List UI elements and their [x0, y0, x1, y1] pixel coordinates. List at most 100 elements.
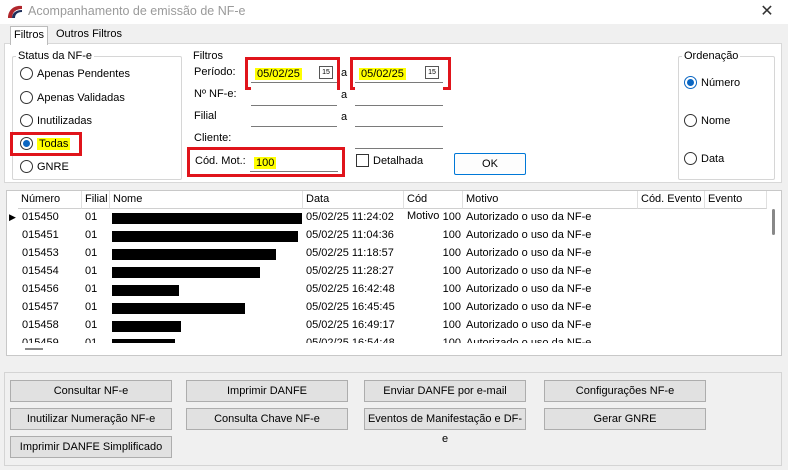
- radio-apenas-validadas[interactable]: Apenas Validadas: [20, 91, 125, 104]
- ok-button[interactable]: OK: [454, 153, 526, 175]
- cod-mot-label: Cód. Mot.:: [195, 155, 246, 167]
- periodo-from-value: 05/02/25: [255, 68, 302, 80]
- radio-gnre[interactable]: GNRE: [20, 160, 69, 173]
- cell-filial: 01: [85, 319, 98, 331]
- col-evento[interactable]: Evento: [705, 191, 767, 209]
- cell-data: 05/02/25 11:24:02: [306, 211, 394, 223]
- nfe-grid[interactable]: Número Filial Nome Data Cód Motivo Motiv…: [6, 190, 782, 356]
- periodo-to-field[interactable]: 05/02/25 15: [355, 63, 443, 83]
- table-row[interactable]: 015453 01 05/02/25 11:18:57 100 Autorizado o…: [7, 245, 767, 263]
- table-row[interactable]: 015456 01 05/02/25 16:42:48 100 Autorizado o…: [7, 281, 767, 299]
- radio-icon: [684, 152, 697, 165]
- cell-motivo: Autorizado o uso da NF-e: [466, 247, 592, 259]
- radio-icon: [684, 114, 697, 127]
- cell-data: 05/02/25 11:28:27: [306, 265, 394, 277]
- eventos-button[interactable]: Eventos de Manifestação e DF-e: [364, 408, 526, 445]
- detalhada-checkbox[interactable]: [356, 154, 369, 167]
- radio-icon: [20, 114, 33, 127]
- tab-outros-filtros[interactable]: Outros Filtros: [53, 26, 125, 44]
- table-row[interactable]: ▶ 015450 01 05/02/25 11:24:02 100 Autorizado …: [7, 209, 767, 227]
- cliente-label: Cliente:: [194, 132, 232, 144]
- imprimir-simplificado-button[interactable]: Imprimir DANFE Simplificado: [10, 436, 172, 458]
- table-row[interactable]: 015457 01 05/02/25 16:45:45 100 Autorizado o…: [7, 299, 767, 317]
- periodo-to-value: 05/02/25: [359, 68, 406, 80]
- cell-cod-motivo: 100: [442, 265, 461, 277]
- redacted-nome: [112, 249, 276, 260]
- scroll-thumb[interactable]: [25, 348, 43, 350]
- cod-mot-field[interactable]: 100: [250, 152, 338, 172]
- redacted-nome: [112, 303, 245, 314]
- cell-cod-motivo: 100: [442, 229, 461, 241]
- filial-from-field[interactable]: [251, 107, 337, 127]
- horizontal-scrollbar[interactable]: [7, 343, 767, 355]
- title-bar: Acompanhamento de emissão de NF-e ✕: [0, 0, 788, 24]
- imprimir-danfe-button[interactable]: Imprimir DANFE: [186, 380, 348, 402]
- row-pointer-icon: ▶: [9, 212, 16, 222]
- redacted-nome: [112, 267, 260, 278]
- scroll-thumb[interactable]: [772, 209, 775, 235]
- table-row[interactable]: 015454 01 05/02/25 11:28:27 100 Autorizado o…: [7, 263, 767, 281]
- table-row[interactable]: 015451 01 05/02/25 11:04:36 100 Autorizado o…: [7, 227, 767, 245]
- nf-to-field[interactable]: [355, 86, 443, 106]
- col-data[interactable]: Data: [303, 191, 404, 209]
- window-title: Acompanhamento de emissão de NF-e: [28, 4, 246, 18]
- gerar-gnre-button[interactable]: Gerar GNRE: [544, 408, 706, 430]
- radio-ordem-data[interactable]: Data: [684, 152, 724, 165]
- radio-icon: [20, 137, 33, 150]
- table-row[interactable]: 015458 01 05/02/25 16:49:17 100 Autorizado o…: [7, 317, 767, 335]
- nf-label: Nº NF-e:: [194, 88, 237, 100]
- cell-motivo: Autorizado o uso da NF-e: [466, 229, 592, 241]
- radio-label: Apenas Validadas: [37, 91, 125, 104]
- cell-filial: 01: [85, 283, 98, 295]
- filtros-label: Filtros: [193, 50, 223, 62]
- cell-cod-motivo: 100: [442, 319, 461, 331]
- radio-ordem-numero[interactable]: Número: [684, 76, 740, 89]
- cell-numero: 015458: [22, 319, 59, 331]
- close-icon[interactable]: ✕: [756, 1, 778, 23]
- cliente-from-field[interactable]: [251, 129, 337, 149]
- tab-filtros[interactable]: Filtros: [10, 26, 48, 45]
- enviar-danfe-button[interactable]: Enviar DANFE por e-mail: [364, 380, 526, 402]
- cell-numero: 015456: [22, 283, 59, 295]
- cell-motivo: Autorizado o uso da NF-e: [466, 301, 592, 313]
- col-nome[interactable]: Nome: [110, 191, 303, 209]
- configuracoes-button[interactable]: Configurações NF-e: [544, 380, 706, 402]
- radio-label: Nome: [701, 114, 731, 127]
- nf-from-field[interactable]: [251, 86, 337, 106]
- col-motivo[interactable]: Motivo: [463, 191, 638, 209]
- radio-ordem-nome[interactable]: Nome: [684, 114, 730, 127]
- filial-to-field[interactable]: [355, 107, 443, 127]
- radio-icon: [20, 160, 33, 173]
- cell-data: 05/02/25 11:18:57: [306, 247, 394, 259]
- vertical-scrollbar[interactable]: [767, 191, 781, 355]
- cell-motivo: Autorizado o uso da NF-e: [466, 319, 592, 331]
- cell-data: 05/02/25 11:04:36: [306, 229, 394, 241]
- col-cod-evento[interactable]: Cód. Evento: [638, 191, 705, 209]
- filial-sep: a: [341, 111, 348, 123]
- radio-todas[interactable]: Todas: [20, 137, 71, 150]
- app-logo-icon: [8, 5, 22, 18]
- cell-filial: 01: [85, 265, 98, 277]
- col-filial[interactable]: Filial: [82, 191, 110, 209]
- cell-data: 05/02/25 16:45:45: [306, 301, 395, 313]
- consultar-nfe-button[interactable]: Consultar NF-e: [10, 380, 172, 402]
- periodo-label: Período:: [194, 66, 236, 78]
- inutilizar-button[interactable]: Inutilizar Numeração NF-e: [10, 408, 172, 430]
- radio-apenas-pendentes[interactable]: Apenas Pendentes: [20, 67, 130, 80]
- cliente-to-field[interactable]: [355, 129, 443, 149]
- calendar-icon[interactable]: 15: [319, 66, 333, 79]
- periodo-from-field[interactable]: 05/02/25 15: [251, 63, 337, 83]
- radio-inutilizadas[interactable]: Inutilizadas: [20, 114, 92, 127]
- cell-numero: 015454: [22, 265, 59, 277]
- radio-label: Número: [701, 76, 741, 89]
- calendar-icon[interactable]: 15: [425, 66, 439, 79]
- col-cod-motivo[interactable]: Cód Motivo: [404, 191, 463, 222]
- redacted-nome: [112, 321, 181, 332]
- col-numero[interactable]: Número: [18, 191, 82, 209]
- consulta-chave-button[interactable]: Consulta Chave NF-e: [186, 408, 348, 430]
- filial-label: Filial: [194, 110, 217, 122]
- radio-label: Apenas Pendentes: [37, 67, 130, 80]
- detalhada-label: Detalhada: [373, 155, 424, 167]
- radio-label: Todas: [37, 137, 71, 150]
- cell-data: 05/02/25 16:42:48: [306, 283, 395, 295]
